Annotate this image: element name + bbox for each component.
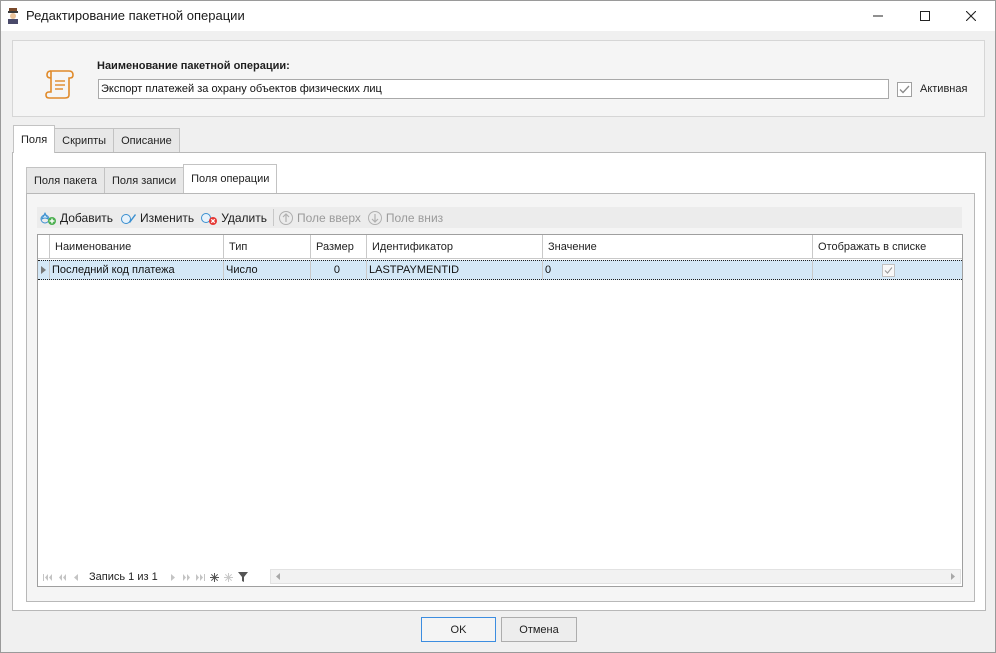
maximize-icon xyxy=(920,11,930,21)
arrow-up-circle-icon xyxy=(279,210,294,225)
add-button[interactable]: Добавить xyxy=(37,207,117,228)
active-checkbox[interactable] xyxy=(897,82,912,97)
cell-size[interactable]: 0 xyxy=(311,261,367,279)
delete-record-icon[interactable] xyxy=(222,570,236,584)
active-checkbox-label[interactable]: Активная xyxy=(920,83,967,95)
tab-scripts[interactable]: Скрипты xyxy=(54,128,115,153)
minimize-icon xyxy=(873,15,883,17)
table-row[interactable]: Последний код платежа Число 0 LASTPAYMEN… xyxy=(38,260,962,280)
first-record-icon[interactable] xyxy=(41,570,55,584)
ok-button[interactable]: OK xyxy=(421,617,496,642)
app-icon xyxy=(8,8,18,24)
title-bar[interactable]: Редактирование пакетной операции xyxy=(1,1,995,31)
maximize-button[interactable] xyxy=(902,1,948,31)
column-header-identifier[interactable]: Идентификатор xyxy=(367,235,543,259)
last-record-icon[interactable] xyxy=(194,570,208,584)
tab-record-fields[interactable]: Поля записи xyxy=(104,167,185,193)
cell-show-in-list[interactable] xyxy=(813,261,962,279)
row-indicator-header xyxy=(38,235,50,259)
grid-toolbar: Добавить Изменить Удалить Поле вверх Пол… xyxy=(37,207,962,228)
edit-button-label: Изменить xyxy=(140,210,195,225)
column-header-show-in-list[interactable]: Отображать в списке xyxy=(813,235,962,259)
row-pointer-icon xyxy=(41,266,46,274)
outer-tab-strip: Поля Скрипты Описание xyxy=(13,125,180,153)
window-title: Редактирование пакетной операции xyxy=(26,8,245,23)
tab-fields[interactable]: Поля xyxy=(13,125,56,153)
insert-record-icon[interactable] xyxy=(208,570,222,584)
arrow-down-circle-icon xyxy=(367,210,382,225)
checkmark-icon xyxy=(882,263,895,277)
column-header-value[interactable]: Значение xyxy=(543,235,813,259)
cell-name[interactable]: Последний код платежа xyxy=(50,261,224,279)
move-up-button-label: Поле вверх xyxy=(297,210,361,225)
column-header-size[interactable]: Размер xyxy=(311,235,367,259)
grid-navigator: Запись 1 из 1 xyxy=(38,568,962,586)
add-icon xyxy=(40,211,56,225)
previous-record-icon[interactable] xyxy=(69,570,83,584)
filter-icon[interactable] xyxy=(236,570,250,584)
previous-page-icon[interactable] xyxy=(55,570,69,584)
scroll-left-icon[interactable] xyxy=(271,570,285,583)
move-up-button[interactable]: Поле вверх xyxy=(276,207,365,228)
cell-identifier[interactable]: LASTPAYMENTID xyxy=(367,261,543,279)
operation-name-label: Наименование пакетной операции: xyxy=(97,60,290,72)
fields-grid[interactable]: Наименование Тип Размер Идентификатор Зн… xyxy=(37,234,963,587)
delete-button-label: Удалить xyxy=(221,210,268,225)
record-counter: Запись 1 из 1 xyxy=(89,571,158,583)
next-page-icon[interactable] xyxy=(180,570,194,584)
edit-icon xyxy=(121,213,137,224)
horizontal-scrollbar[interactable] xyxy=(270,569,961,584)
column-header-type[interactable]: Тип xyxy=(224,235,311,259)
scroll-icon xyxy=(45,70,74,99)
add-button-label: Добавить xyxy=(60,210,114,225)
tab-description[interactable]: Описание xyxy=(113,128,180,153)
tab-package-fields[interactable]: Поля пакета xyxy=(26,167,106,193)
move-down-button[interactable]: Поле вниз xyxy=(365,207,447,228)
cell-type[interactable]: Число xyxy=(224,261,311,279)
fields-tab-panel: Поля пакета Поля записи Поля операции До… xyxy=(12,152,986,611)
delete-icon xyxy=(201,212,218,225)
dialog-window: Редактирование пакетной операции Наимено… xyxy=(0,0,996,653)
move-down-button-label: Поле вниз xyxy=(385,210,444,225)
minimize-button[interactable] xyxy=(855,1,901,31)
inner-tab-strip: Поля пакета Поля записи Поля операции xyxy=(26,164,278,193)
close-button[interactable] xyxy=(948,1,994,31)
operation-fields-panel: Добавить Изменить Удалить Поле вверх Пол… xyxy=(26,193,975,602)
tab-operation-fields[interactable]: Поля операции xyxy=(183,164,278,193)
checkmark-icon xyxy=(899,85,910,94)
column-header-name[interactable]: Наименование xyxy=(50,235,224,259)
scroll-right-icon[interactable] xyxy=(946,570,960,583)
cell-value[interactable]: 0 xyxy=(543,261,813,279)
toolbar-separator xyxy=(273,209,275,226)
grid-header: Наименование Тип Размер Идентификатор Зн… xyxy=(38,235,962,259)
operation-name-input[interactable] xyxy=(98,79,889,99)
delete-button[interactable]: Удалить xyxy=(198,207,271,228)
next-record-icon[interactable] xyxy=(166,570,180,584)
close-icon xyxy=(966,11,976,21)
cancel-button[interactable]: Отмена xyxy=(501,617,577,642)
row-indicator[interactable] xyxy=(38,261,50,279)
edit-button[interactable]: Изменить xyxy=(117,207,198,228)
header-panel: Наименование пакетной операции: Активная xyxy=(12,40,985,117)
